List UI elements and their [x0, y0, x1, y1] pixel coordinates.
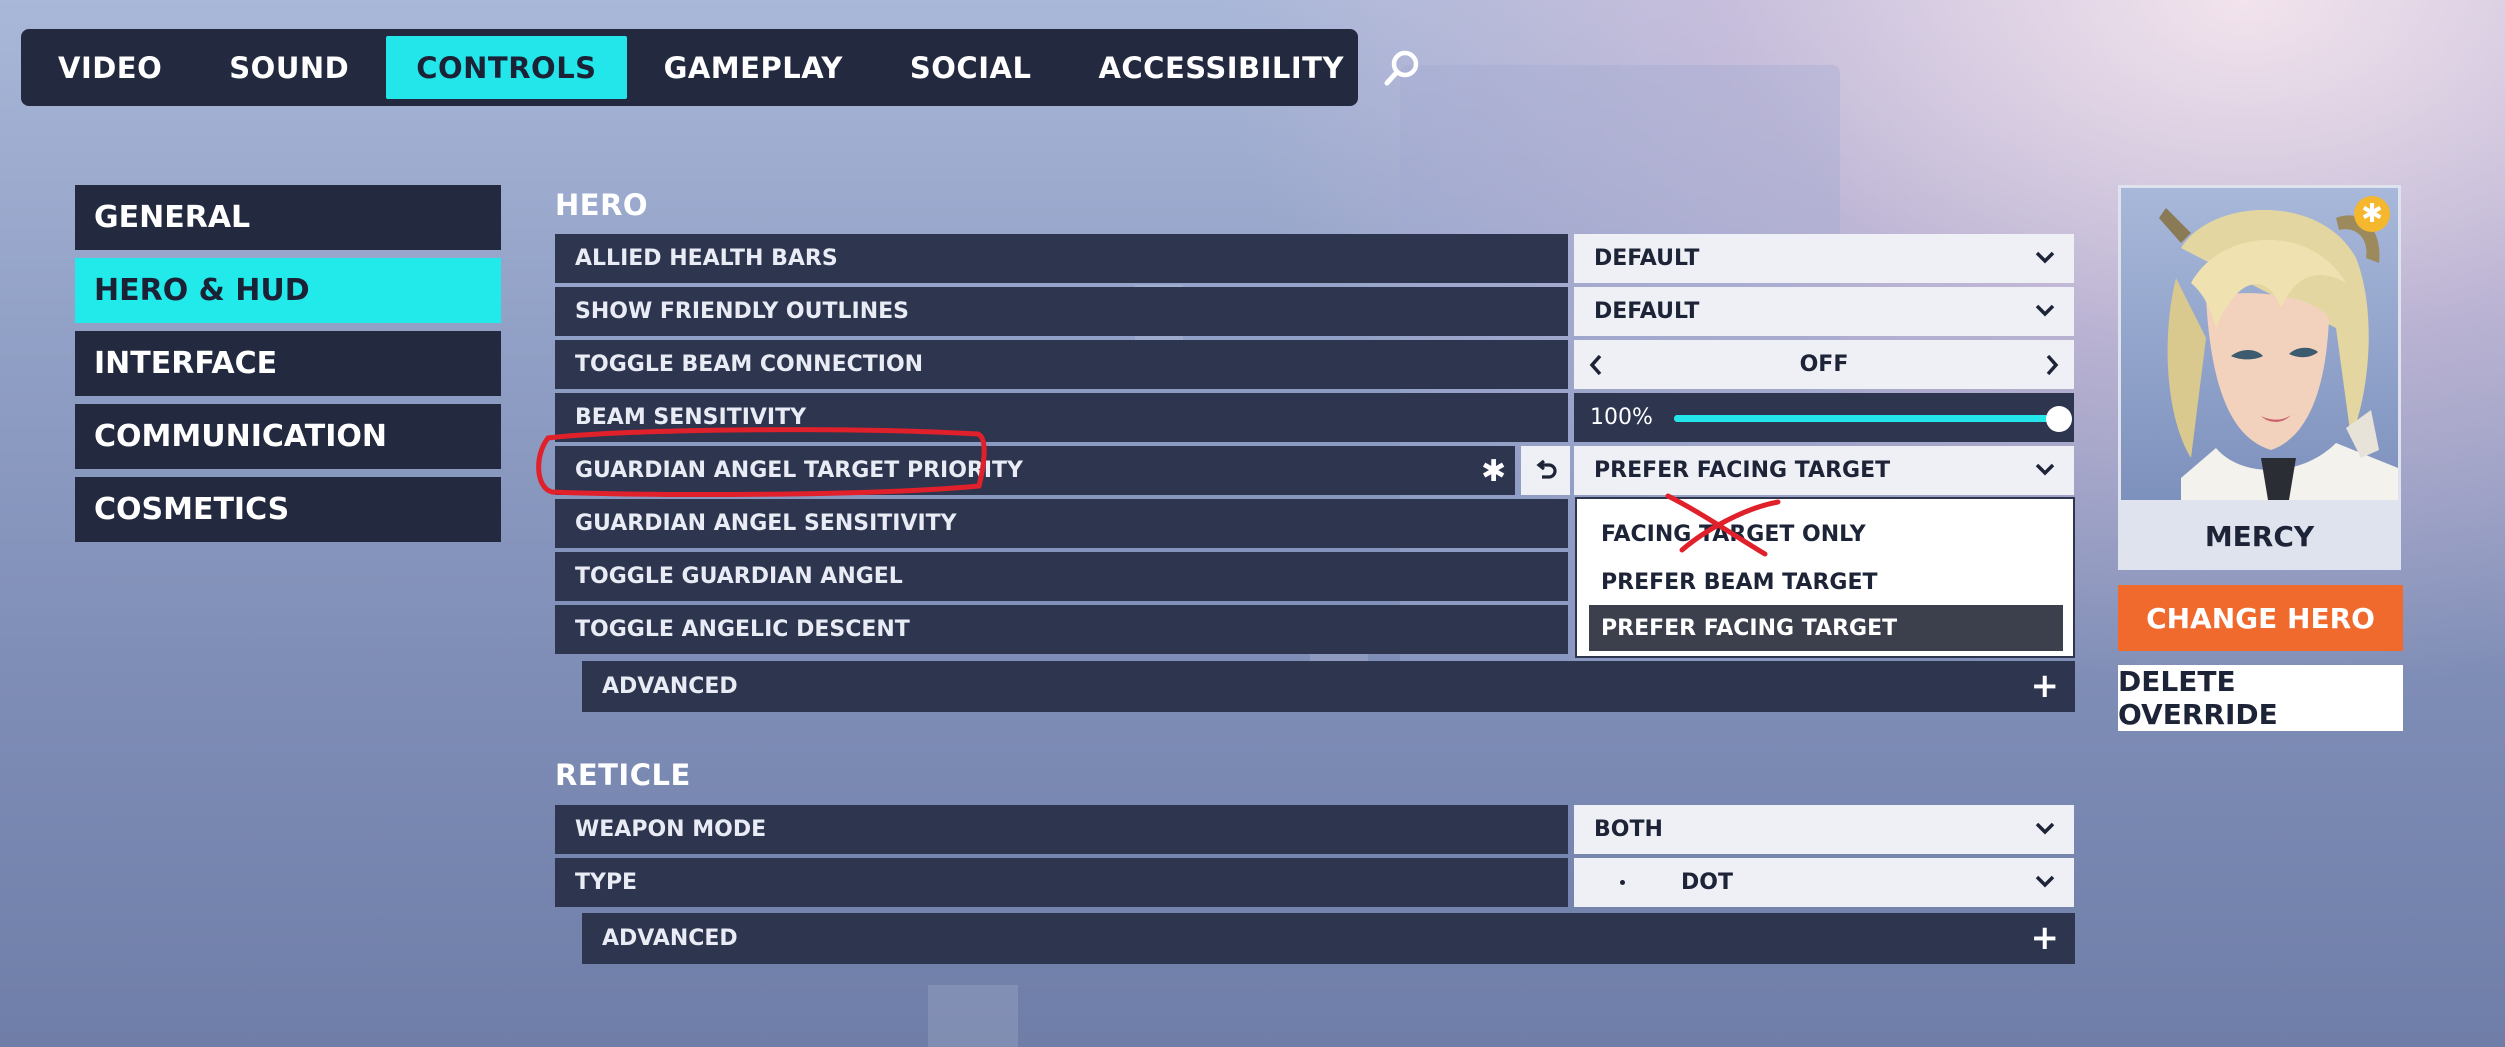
dot-reticle-icon [1620, 880, 1625, 885]
slider-fill [1674, 415, 2059, 422]
chevron-down-icon [2035, 875, 2055, 888]
plus-icon: + [2030, 918, 2060, 958]
asterisk-icon: ✱ [2361, 199, 2383, 229]
beam-sensitivity-slider[interactable] [1674, 406, 2072, 432]
sidebar-item-hero-hud[interactable]: HERO & HUD [75, 258, 501, 323]
tab-sound[interactable]: SOUND [199, 36, 379, 99]
chevron-down-icon [2035, 822, 2055, 835]
dropdown-value: BOTH [1594, 817, 1663, 842]
override-badge: ✱ [2354, 196, 2390, 232]
priority-dropdown-list: FACING TARGET ONLY PREFER BEAM TARGET PR… [1575, 497, 2075, 658]
plus-icon: + [2030, 666, 2060, 706]
allied-health-bars-dropdown[interactable]: DEFAULT [1574, 234, 2074, 283]
dropdown-option-prefer-facing-target[interactable]: PREFER FACING TARGET [1589, 605, 2063, 651]
chevron-right-icon[interactable] [2044, 353, 2060, 377]
chevron-down-icon [2035, 304, 2055, 317]
hero-advanced-expander[interactable]: ADVANCED + [582, 661, 2075, 712]
setting-label: WEAPON MODE [555, 805, 1568, 854]
setting-label: TOGGLE ANGELIC DESCENT [555, 605, 1568, 654]
top-nav: VIDEO SOUND CONTROLS GAMEPLAY SOCIAL ACC… [21, 29, 1419, 106]
delete-override-button[interactable]: DELETE OVERRIDE [2118, 665, 2403, 731]
chevron-left-icon[interactable] [1588, 353, 1604, 377]
section-title-reticle: RETICLE [555, 758, 691, 792]
guardian-angel-priority-dropdown[interactable]: PREFER FACING TARGET [1574, 446, 2074, 495]
slider-thumb[interactable] [2046, 406, 2072, 432]
search-icon [1384, 50, 1419, 85]
search-button[interactable] [1382, 36, 1422, 99]
selector-value: OFF [1799, 352, 1849, 377]
chevron-down-icon [2035, 463, 2055, 476]
advanced-label: ADVANCED [602, 674, 738, 699]
setting-label: TYPE [555, 858, 1568, 907]
dropdown-option-prefer-beam-target[interactable]: PREFER BEAM TARGET [1589, 559, 2063, 605]
dropdown-value: DEFAULT [1594, 246, 1700, 271]
setting-label: ALLIED HEALTH BARS [555, 234, 1568, 283]
annotation-cross [1665, 493, 1781, 557]
reticle-advanced-expander[interactable]: ADVANCED + [582, 913, 2075, 964]
friendly-outlines-dropdown[interactable]: DEFAULT [1574, 287, 2074, 336]
tab-accessibility[interactable]: ACCESSIBILITY [1068, 36, 1374, 99]
tab-social[interactable]: SOCIAL [880, 36, 1062, 99]
undo-icon [1535, 459, 1557, 479]
sidebar-item-communication[interactable]: COMMUNICATION [75, 404, 501, 469]
hero-name: MERCY [2204, 519, 2315, 553]
sidebar-item-interface[interactable]: INTERFACE [75, 331, 501, 396]
setting-label: TOGGLE GUARDIAN ANGEL [555, 552, 1568, 601]
side-menu: GENERAL HERO & HUD INTERFACE COMMUNICATI… [75, 185, 501, 550]
setting-label: SHOW FRIENDLY OUTLINES [555, 287, 1568, 336]
annotation-circle [536, 427, 987, 497]
tab-video[interactable]: VIDEO [28, 36, 192, 99]
setting-label: GUARDIAN ANGEL SENSITIVITY [555, 499, 1568, 548]
slider-value: 100% [1590, 405, 1653, 430]
hero-portrait: ✱ [2121, 188, 2398, 500]
dropdown-value: DEFAULT [1594, 299, 1700, 324]
reticle-type-dropdown[interactable]: DOT [1574, 858, 2074, 907]
sidebar-item-cosmetics[interactable]: COSMETICS [75, 477, 501, 542]
tab-controls[interactable]: CONTROLS [386, 36, 627, 99]
advanced-label: ADVANCED [602, 926, 738, 951]
toggle-beam-connection-selector: OFF [1574, 340, 2074, 389]
weapon-mode-dropdown[interactable]: BOTH [1574, 805, 2074, 854]
section-title-hero: HERO [555, 188, 649, 222]
tab-gameplay[interactable]: GAMEPLAY [634, 36, 873, 99]
dropdown-value: DOT [1681, 870, 1733, 895]
sidebar-item-general[interactable]: GENERAL [75, 185, 501, 250]
chevron-down-icon [2035, 251, 2055, 264]
dropdown-value: PREFER FACING TARGET [1594, 458, 1891, 483]
reset-button[interactable] [1521, 446, 1570, 495]
mercy-portrait-image [2121, 188, 2398, 500]
background-block [928, 985, 1018, 1047]
hero-card: ✱ MERCY [2118, 185, 2401, 570]
setting-label: TOGGLE BEAM CONNECTION [555, 340, 1568, 389]
modified-indicator: ✱ [1481, 454, 1507, 489]
change-hero-button[interactable]: CHANGE HERO [2118, 585, 2403, 651]
